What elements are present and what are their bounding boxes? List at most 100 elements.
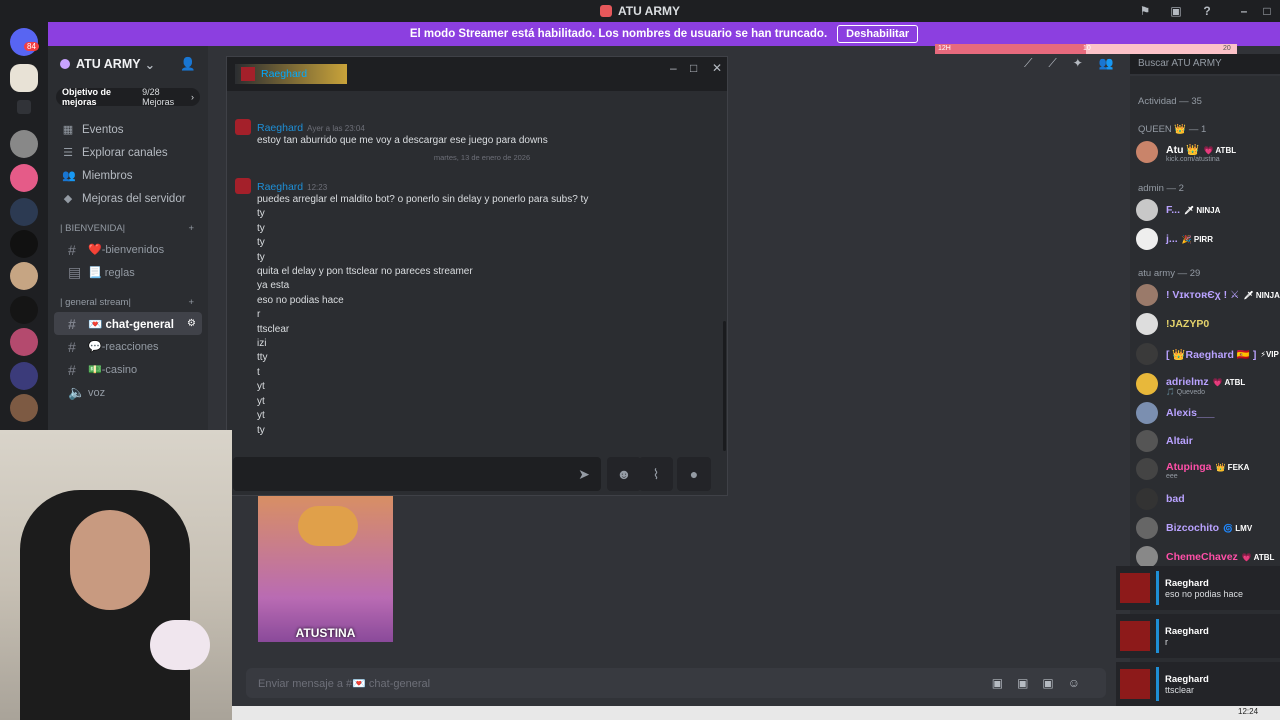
member-item[interactable]: bad bbox=[1136, 485, 1280, 513]
member-badge: 🌀 LMV bbox=[1223, 523, 1253, 533]
member-item[interactable]: adrielmz 💗 ATBL 🎵 Quevedo bbox=[1136, 370, 1280, 398]
search-input[interactable]: Buscar ATU ARMY bbox=[1130, 54, 1280, 74]
help-icon[interactable]: ? bbox=[1200, 4, 1214, 18]
message-line: estoy tan aburrido que me voy a descarga… bbox=[257, 135, 548, 146]
member-item[interactable]: Altair bbox=[1136, 427, 1280, 455]
location-icon[interactable]: ● bbox=[677, 457, 711, 491]
emoji-icon[interactable]: ☻ bbox=[607, 457, 641, 491]
avatar bbox=[1136, 313, 1158, 335]
server-header[interactable]: ATU ARMY ⌄ 👤 bbox=[48, 46, 208, 82]
nav-boosts[interactable]: ◆ Mejoras del servidor bbox=[48, 187, 208, 210]
member-item[interactable]: !JAZYP0 bbox=[1136, 310, 1280, 338]
member-name: [ 👑Raeghard 🇪🇸 ] bbox=[1166, 348, 1257, 361]
server-icon[interactable] bbox=[10, 394, 38, 422]
hash-icon: # bbox=[68, 338, 76, 355]
server-badge-icon bbox=[60, 59, 70, 69]
server-icon[interactable] bbox=[10, 328, 38, 356]
server-icon[interactable] bbox=[10, 230, 38, 258]
invite-icon[interactable]: 👤 bbox=[180, 57, 196, 72]
server-icon[interactable] bbox=[10, 262, 38, 290]
member-name: Atu 👑 bbox=[1166, 144, 1200, 156]
category-bienvenida[interactable]: | BIENVENIDA| + bbox=[48, 218, 208, 238]
member-item[interactable]: [ 👑Raeghard 🇪🇸 ] ⚡VIP bbox=[1136, 340, 1280, 368]
author-name[interactable]: Raeghard bbox=[257, 181, 303, 193]
minimize-icon[interactable]: – bbox=[670, 61, 677, 75]
server-logo-icon bbox=[600, 5, 612, 17]
message-line: ty bbox=[257, 222, 265, 234]
notification-name: Raeghard bbox=[1165, 625, 1209, 637]
channel-label: voz bbox=[88, 386, 106, 399]
disable-streamer-button[interactable]: Deshabilitar bbox=[837, 25, 919, 43]
nav-browse-channels[interactable]: ☰ Explorar canales bbox=[48, 141, 208, 164]
server-icon[interactable] bbox=[10, 362, 38, 390]
channel-casino[interactable]: # 💵-casino bbox=[54, 358, 202, 381]
avatar bbox=[235, 119, 251, 135]
member-badge: 🗡 NINJA bbox=[1184, 205, 1221, 215]
channel-reglas[interactable]: ▤ 📃 reglas bbox=[54, 261, 202, 284]
server-folder-icon[interactable] bbox=[17, 100, 31, 114]
maximize-icon[interactable]: □ bbox=[1260, 4, 1274, 18]
category-general-stream[interactable]: | general stream| + bbox=[48, 292, 208, 312]
server-icon[interactable] bbox=[10, 164, 38, 192]
nav-events[interactable]: ▦ Eventos bbox=[48, 118, 208, 141]
channel-chat-general[interactable]: # 💌 chat-general ⚙ bbox=[54, 312, 202, 335]
minimize-icon[interactable]: – bbox=[1237, 4, 1251, 18]
member-item[interactable]: Bizcochito 🌀 LMV bbox=[1136, 514, 1280, 542]
avatar bbox=[1136, 546, 1158, 568]
notification-text: ttsclear bbox=[1165, 684, 1195, 695]
send-icon[interactable]: ➤ bbox=[567, 457, 601, 491]
popout-message-input[interactable] bbox=[233, 457, 601, 491]
gif-image[interactable]: ATUSTINA bbox=[258, 496, 393, 642]
member-item[interactable]: j... 🎉 PIRR bbox=[1136, 225, 1280, 253]
taskbar-clock: 12:24 bbox=[1238, 707, 1259, 716]
member-item[interactable]: Atu 👑 💗 ATBL kick.com/atustina bbox=[1136, 138, 1280, 166]
gear-icon[interactable]: ⚙ bbox=[187, 318, 196, 329]
speaker-icon: 🔈 bbox=[68, 384, 86, 400]
notification-name: Raeghard bbox=[1165, 577, 1209, 589]
member-item[interactable]: Atupinga 👑 FEKA eee bbox=[1136, 455, 1280, 483]
author-name[interactable]: Raeghard bbox=[257, 122, 303, 134]
member-name: F... bbox=[1166, 204, 1181, 216]
avatar bbox=[1136, 517, 1158, 539]
channel-label: 📃 reglas bbox=[88, 267, 135, 279]
member-badge: 💗 ATBL bbox=[1203, 146, 1237, 155]
member-group-header: admin — 2 bbox=[1138, 183, 1184, 194]
emoji-tools-icon[interactable]: ▣▣▣☺ bbox=[992, 676, 1094, 690]
member-item[interactable]: ! VɪᴋᴛᴏʀЄχ ! ⚔ 🗡 NINJA bbox=[1136, 281, 1280, 309]
chat-notification[interactable]: Raeghard r bbox=[1116, 614, 1280, 658]
chat-notification[interactable]: Raeghard ttsclear bbox=[1116, 662, 1280, 706]
member-item[interactable]: Alexis___ bbox=[1136, 399, 1280, 427]
server-icon[interactable] bbox=[10, 296, 38, 324]
message-line: ty bbox=[257, 251, 265, 263]
inbox-icon[interactable]: ⚑ bbox=[1138, 4, 1152, 18]
channel-reacciones[interactable]: # 💬-reacciones bbox=[54, 335, 202, 358]
member-name: ! VɪᴋᴛᴏʀЄχ ! ⚔ bbox=[1166, 289, 1240, 301]
server-icon[interactable] bbox=[10, 130, 38, 158]
member-group-header: atu army — 29 bbox=[1138, 268, 1201, 279]
stream-goal-bar: 12H 10 20 bbox=[935, 44, 1237, 54]
nav-members[interactable]: 👥 Miembros bbox=[48, 164, 208, 187]
add-channel-icon[interactable]: + bbox=[188, 223, 194, 234]
banner-text: El modo Streamer está habilitado. Los no… bbox=[409, 28, 828, 40]
title-bar: ATU ARMY ⚑ ▣ ? – □ bbox=[0, 0, 1280, 22]
server-icon[interactable] bbox=[10, 198, 38, 226]
add-channel-icon[interactable]: + bbox=[188, 297, 194, 308]
channel-bienvenidos[interactable]: # ❤️-bienvenidos bbox=[54, 238, 202, 261]
hash-icon: # bbox=[68, 241, 76, 258]
channel-voz[interactable]: 🔈 voz bbox=[54, 381, 202, 404]
scrollbar[interactable] bbox=[723, 321, 726, 451]
boost-label: Objetivo de mejoras bbox=[62, 87, 112, 107]
channel-label: 💬-reacciones bbox=[88, 341, 159, 353]
boost-goal[interactable]: Objetivo de mejoras 9/28 Mejoras › bbox=[56, 87, 200, 107]
maximize-icon[interactable]: □ bbox=[690, 61, 697, 75]
close-icon[interactable]: ✕ bbox=[712, 61, 722, 75]
server-icon-atu[interactable] bbox=[10, 64, 38, 92]
attach-icon[interactable]: ⌇ bbox=[639, 457, 673, 491]
message-line: izi bbox=[257, 338, 267, 350]
message-input[interactable]: Enviar mensaje a #💌 chat-general ▣▣▣☺ bbox=[246, 668, 1106, 698]
header-toolbar[interactable]: ⟋⟋✦👥 bbox=[1024, 56, 1130, 71]
chat-notification[interactable]: Raeghard eso no podias hace bbox=[1116, 566, 1280, 610]
member-item[interactable]: F... 🗡 NINJA bbox=[1136, 196, 1280, 224]
channel-sidebar: ATU ARMY ⌄ 👤 Objetivo de mejoras 9/28 Me… bbox=[48, 46, 208, 436]
inbox-tray-icon[interactable]: ▣ bbox=[1169, 4, 1183, 18]
